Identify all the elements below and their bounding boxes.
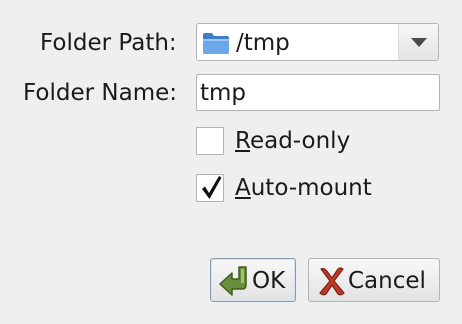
folder-path-dropdown-button[interactable] bbox=[398, 24, 438, 60]
read-only-label[interactable]: Read-only bbox=[235, 127, 350, 155]
auto-mount-checkbox[interactable] bbox=[196, 174, 224, 202]
green-return-arrow-icon bbox=[219, 266, 247, 296]
red-x-icon bbox=[319, 267, 345, 296]
folder-icon bbox=[203, 33, 229, 54]
folder-path-value: /tmp bbox=[236, 30, 290, 56]
auto-mount-label[interactable]: Auto-mount bbox=[235, 174, 372, 202]
cancel-button-label: Cancel bbox=[348, 268, 426, 294]
checkmark-icon bbox=[202, 176, 222, 199]
auto-mount-mnemonic: A bbox=[235, 175, 251, 201]
ok-button[interactable]: OK bbox=[210, 258, 296, 302]
auto-mount-label-text: uto-mount bbox=[250, 175, 372, 201]
chevron-down-icon bbox=[411, 38, 427, 47]
read-only-label-text: ead-only bbox=[249, 128, 351, 154]
read-only-mnemonic: R bbox=[235, 128, 250, 154]
folder-name-label: Folder Name: bbox=[23, 80, 177, 106]
read-only-checkbox[interactable] bbox=[196, 127, 224, 155]
folder-name-field[interactable] bbox=[196, 74, 440, 111]
cancel-button[interactable]: Cancel bbox=[308, 258, 440, 302]
folder-path-combobox[interactable]: /tmp bbox=[196, 23, 439, 61]
folder-path-label: Folder Path: bbox=[40, 30, 177, 56]
ok-button-label: OK bbox=[252, 268, 286, 294]
